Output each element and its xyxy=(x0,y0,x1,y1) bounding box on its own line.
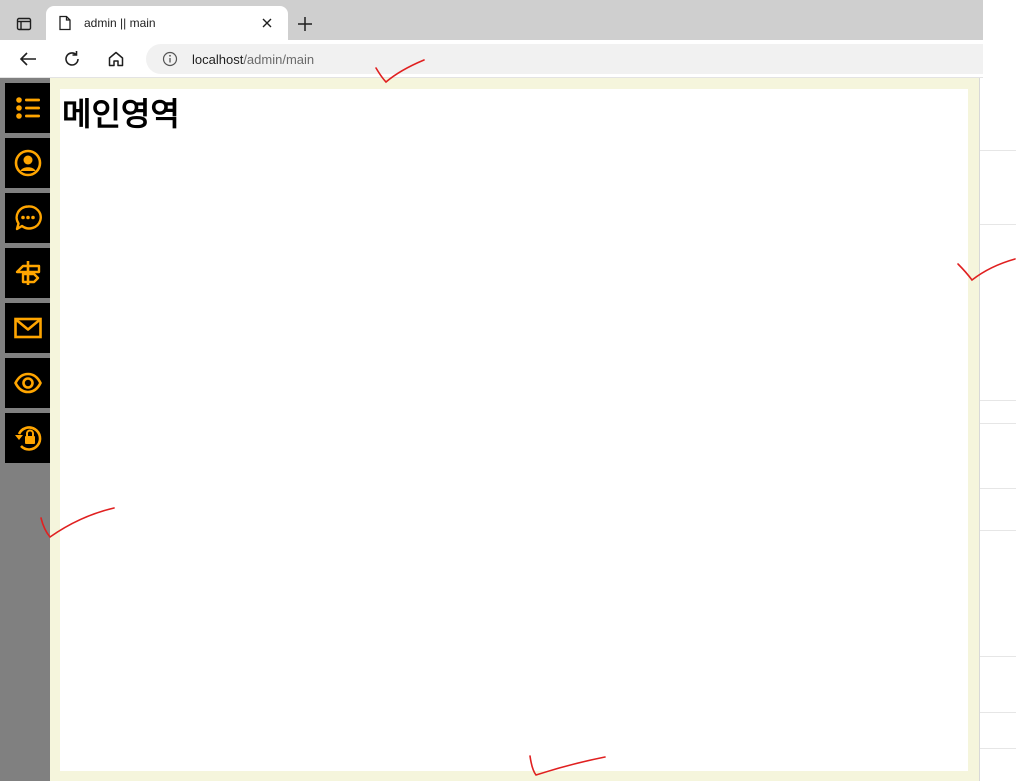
browser-tab[interactable]: admin || main xyxy=(46,6,288,40)
url-path: /admin/main xyxy=(243,51,315,67)
chat-bubble-icon xyxy=(14,205,42,231)
sidebar-item-mail[interactable] xyxy=(5,303,50,353)
sidebar-item-view[interactable] xyxy=(5,358,50,408)
main-heading: 메인영역 xyxy=(62,95,180,133)
back-button[interactable] xyxy=(15,47,41,71)
page-viewport: 메인영역 xyxy=(0,78,983,781)
main-frame: 메인영역 xyxy=(50,78,980,781)
side-panel-edge xyxy=(979,78,1016,781)
info-icon[interactable] xyxy=(162,51,178,67)
browser-window: admin || main localhost /admin/main 메인영역 xyxy=(0,0,1016,781)
reload-icon xyxy=(65,51,79,66)
sidebar-item-user[interactable] xyxy=(5,138,50,188)
tab-actions-button[interactable] xyxy=(10,12,38,36)
address-bar[interactable]: localhost/admin/main xyxy=(146,44,983,74)
sidebar xyxy=(0,78,50,781)
new-tab-button[interactable] xyxy=(292,12,318,36)
list-icon xyxy=(15,97,40,119)
home-icon xyxy=(108,51,124,67)
reload-button[interactable] xyxy=(59,47,85,71)
tab-close-icon[interactable] xyxy=(258,14,276,32)
user-circle-icon xyxy=(14,149,41,177)
browser-toolbar: localhost/admin/main xyxy=(0,40,983,78)
mail-icon xyxy=(13,317,42,339)
signpost-icon xyxy=(15,261,40,285)
tab-title: admin || main xyxy=(84,16,156,30)
sidebar-item-signpost[interactable] xyxy=(5,248,50,298)
sidebar-item-lock-reset[interactable] xyxy=(5,413,50,463)
plus-icon xyxy=(298,17,312,31)
window-icon xyxy=(16,17,32,31)
sidebar-item-list[interactable] xyxy=(5,83,50,133)
back-arrow-icon xyxy=(19,52,36,66)
eye-icon xyxy=(13,372,42,394)
page-icon xyxy=(58,15,74,31)
lock-reset-icon xyxy=(14,426,41,451)
main-content-area: 메인영역 xyxy=(60,89,968,771)
url-host: localhost xyxy=(192,51,244,67)
sidebar-item-chat[interactable] xyxy=(5,193,50,243)
home-button[interactable] xyxy=(103,47,129,71)
tab-bar: admin || main xyxy=(0,0,983,40)
